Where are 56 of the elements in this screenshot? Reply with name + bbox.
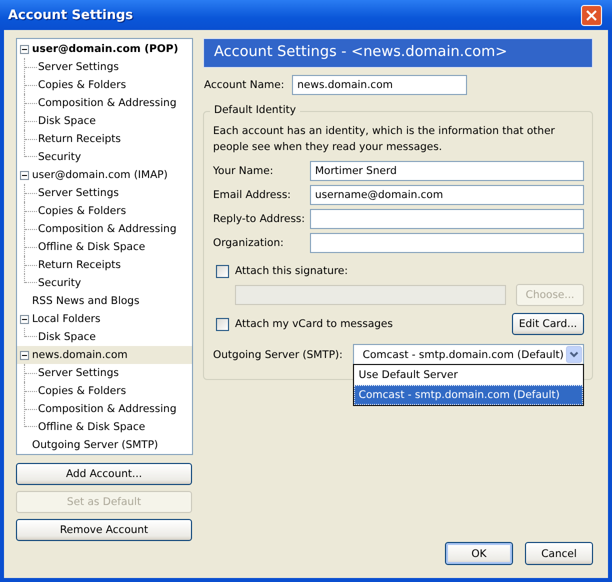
field-label: Email Address: [213,189,292,201]
window-title: Account Settings [8,8,134,22]
tree-item[interactable]: Security [38,277,82,289]
tree-item[interactable]: RSS News and Blogs [17,292,192,310]
tree-item[interactable]: Disk Space [38,115,96,127]
tree-item[interactable]: Security [38,151,82,163]
text-field[interactable] [310,209,584,229]
text-field[interactable]: Mortimer Snerd [310,161,584,181]
field-label: Reply-to Address: [213,213,306,225]
tree-item[interactable]: Composition & Addressing [38,403,176,415]
collapse-icon[interactable] [20,314,29,324]
checkbox-label: Attach this signature: [235,265,348,277]
close-icon [586,10,597,20]
tree-item[interactable]: Local Folders [17,310,192,328]
panel-header: Account Settings - <news.domain.com> [203,38,593,68]
tree-item[interactable]: Server Settings [38,187,119,199]
field-label: Account Name: [204,79,284,91]
account-button[interactable]: Remove Account [16,519,192,541]
dropdown-option[interactable]: Use Default Server [354,365,583,385]
tree-item[interactable]: user@domain.com (POP) [17,40,192,58]
checkbox[interactable] [216,264,229,278]
collapse-icon[interactable] [20,44,29,54]
tree-item[interactable]: Copies & Folders [38,79,126,91]
field-label: Organization: [213,237,285,249]
edit-card-button[interactable]: Edit Card... [512,313,584,335]
group-legend: Default Identity [210,104,300,116]
smtp-dropdown[interactable]: Comcast - smtp.domain.com (Default) [352,344,584,365]
tree-item[interactable]: Copies & Folders [38,205,126,217]
tree-item[interactable]: news.domain.com [17,346,192,364]
field-label: Outgoing Server (SMTP): [213,348,343,360]
text-field[interactable] [310,233,584,253]
description-text: Each account has an identity, which is the information that other people see when they read your messages. [213,124,556,155]
tree-item[interactable]: Outgoing Server (SMTP) [17,436,192,454]
tree-item[interactable]: Disk Space [38,331,96,343]
tree-item[interactable]: Return Receipts [38,259,121,271]
tree-item[interactable]: user@domain.com (IMAP) [17,166,192,184]
tree-item[interactable]: Composition & Addressing [38,97,176,109]
close-button[interactable] [581,4,602,26]
dialog-button[interactable]: Cancel [525,542,593,565]
tree-item[interactable]: Server Settings [38,61,119,73]
tree-item[interactable]: Server Settings [38,367,119,379]
tree-item[interactable]: Composition & Addressing [38,223,176,235]
checkbox-label: Attach my vCard to messages [235,318,393,330]
field-label: Your Name: [213,165,274,177]
text-field[interactable]: username@domain.com [310,185,584,205]
account-button[interactable]: Add Account... [16,463,192,485]
tree-item[interactable]: Return Receipts [38,133,121,145]
dialog-button[interactable]: OK [445,542,513,565]
collapse-icon[interactable] [20,170,29,180]
tree-item[interactable]: Copies & Folders [38,385,126,397]
dropdown-option[interactable]: Comcast - smtp.domain.com (Default) [354,385,583,405]
account-name-field[interactable]: news.domain.com [292,75,468,95]
tree-item[interactable]: Offline & Disk Space [38,421,146,433]
checkbox[interactable] [216,318,229,330]
tree-item[interactable]: Offline & Disk Space [38,241,146,253]
collapse-icon[interactable] [20,350,29,360]
